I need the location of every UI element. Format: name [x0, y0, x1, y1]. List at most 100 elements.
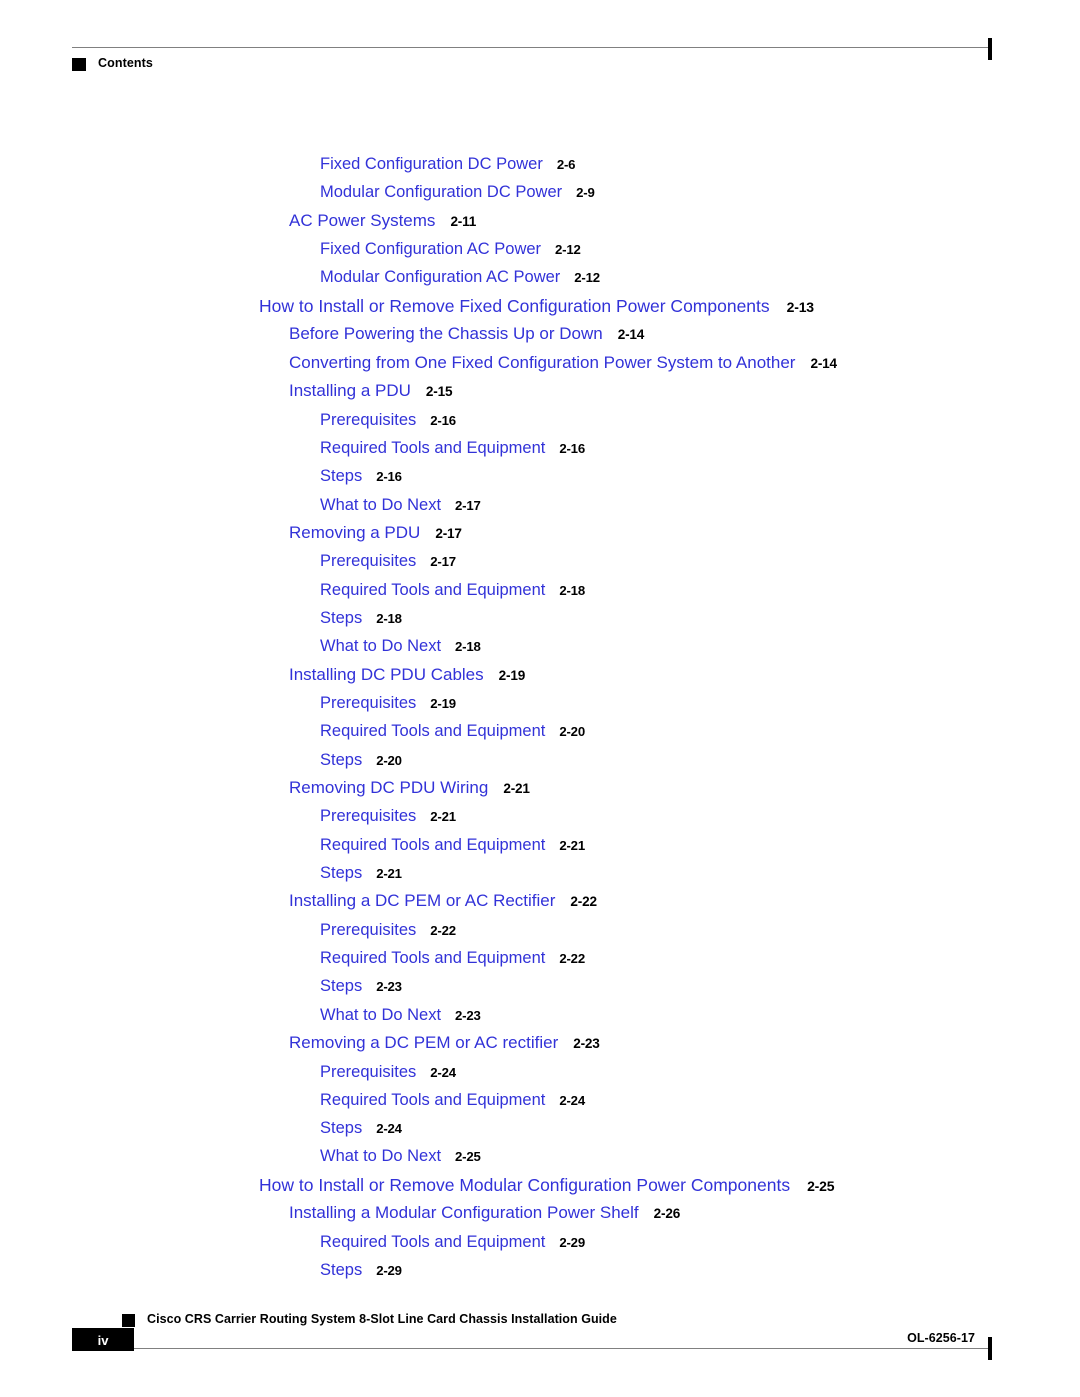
toc-entry-title[interactable]: What to Do Next	[320, 632, 441, 660]
header-label: Contents	[98, 56, 153, 70]
toc-entry-title[interactable]: How to Install or Remove Modular Configu…	[259, 1171, 790, 1200]
toc-entry[interactable]: How to Install or Remove Fixed Configura…	[0, 292, 1080, 321]
toc-entry-title[interactable]: Installing a DC PEM or AC Rectifier	[289, 887, 555, 916]
toc-entry-title[interactable]: Modular Configuration AC Power	[320, 263, 560, 291]
toc-entry[interactable]: Installing DC PDU Cables 2-19	[0, 661, 1080, 690]
toc-entry[interactable]: Installing a Modular Configuration Power…	[0, 1199, 1080, 1228]
toc-entry-page-number: 2-22	[430, 922, 456, 938]
toc-entry-title[interactable]: Prerequisites	[320, 1058, 416, 1086]
toc-entry-title[interactable]: Prerequisites	[320, 689, 416, 717]
toc-entry-title[interactable]: Prerequisites	[320, 547, 416, 575]
toc-entry-page-number: 2-21	[559, 837, 585, 853]
toc-entry[interactable]: Prerequisites 2-21	[0, 802, 1080, 830]
toc-entry-title[interactable]: Steps	[320, 972, 362, 1000]
toc-entry-title[interactable]: Steps	[320, 1256, 362, 1284]
toc-entry-title[interactable]: Required Tools and Equipment	[320, 831, 545, 859]
toc-entry-title[interactable]: Installing DC PDU Cables	[289, 661, 484, 690]
toc-entry-page-number: 2-26	[653, 1206, 681, 1222]
toc-entry-title[interactable]: Removing a DC PEM or AC rectifier	[289, 1029, 558, 1058]
toc-entry[interactable]: Steps 2-16	[0, 462, 1080, 490]
toc-entry-page-number: 2-24	[559, 1092, 585, 1108]
toc-entry-title[interactable]: Fixed Configuration AC Power	[320, 235, 541, 263]
toc-entry-page-number: 2-16	[559, 440, 585, 456]
toc-entry-title[interactable]: Required Tools and Equipment	[320, 717, 545, 745]
toc-entry[interactable]: Steps 2-20	[0, 746, 1080, 774]
toc-entry-title[interactable]: Installing a Modular Configuration Power…	[289, 1199, 639, 1228]
toc-entry-title[interactable]: Required Tools and Equipment	[320, 576, 545, 604]
toc-entry-title[interactable]: Steps	[320, 462, 362, 490]
toc-entry[interactable]: Required Tools and Equipment 2-29	[0, 1228, 1080, 1256]
toc-entry[interactable]: Removing a PDU 2-17	[0, 519, 1080, 548]
toc-entry-page-number: 2-13	[786, 298, 814, 315]
toc-entry[interactable]: Prerequisites 2-16	[0, 406, 1080, 434]
toc-entry-page-number: 2-22	[559, 951, 585, 967]
toc-entry[interactable]: Before Powering the Chassis Up or Down 2-…	[0, 320, 1080, 349]
toc-entry-page-number: 2-21	[430, 809, 456, 825]
toc-entry[interactable]: What to Do Next 2-17	[0, 491, 1080, 519]
toc-entry-title[interactable]: What to Do Next	[320, 491, 441, 519]
toc-entry[interactable]: What to Do Next 2-18	[0, 632, 1080, 660]
toc-entry[interactable]: Required Tools and Equipment 2-16	[0, 434, 1080, 462]
toc-entry-title[interactable]: Steps	[320, 859, 362, 887]
toc-entry-title[interactable]: Modular Configuration DC Power	[320, 178, 562, 206]
toc-entry-title[interactable]: Fixed Configuration DC Power	[320, 150, 543, 178]
toc-entry-title[interactable]: Steps	[320, 604, 362, 632]
toc-entry-page-number: 2-21	[376, 866, 402, 882]
toc-entry-title[interactable]: Prerequisites	[320, 916, 416, 944]
toc-entry[interactable]: How to Install or Remove Modular Configu…	[0, 1171, 1080, 1200]
toc-entry-title[interactable]: What to Do Next	[320, 1142, 441, 1170]
toc-entry-title[interactable]: AC Power Systems	[289, 207, 435, 236]
toc-entry[interactable]: Fixed Configuration AC Power 2-12	[0, 235, 1080, 263]
toc-entry-page-number: 2-17	[430, 554, 456, 570]
toc-entry-title[interactable]: Converting from One Fixed Configuration …	[289, 349, 795, 378]
toc-entry-title[interactable]: Removing a PDU	[289, 519, 420, 548]
toc-entry[interactable]: Prerequisites 2-24	[0, 1058, 1080, 1086]
toc-entry-title[interactable]: Removing DC PDU Wiring	[289, 774, 488, 803]
toc-entry[interactable]: What to Do Next 2-25	[0, 1142, 1080, 1170]
toc-entry[interactable]: Required Tools and Equipment 2-18	[0, 576, 1080, 604]
toc-entry-title[interactable]: Required Tools and Equipment	[320, 944, 545, 972]
toc-entry-page-number: 2-21	[503, 780, 530, 796]
toc-entry[interactable]: Prerequisites 2-22	[0, 916, 1080, 944]
toc-entry[interactable]: Required Tools and Equipment 2-21	[0, 831, 1080, 859]
toc-entry-title[interactable]: Before Powering the Chassis Up or Down	[289, 320, 603, 349]
toc-entry-page-number: 2-19	[498, 667, 526, 683]
toc-entry[interactable]: Required Tools and Equipment 2-20	[0, 717, 1080, 745]
toc-entry-title[interactable]: Prerequisites	[320, 802, 416, 830]
toc-entry-title[interactable]: Steps	[320, 746, 362, 774]
toc-entry[interactable]: What to Do Next 2-23	[0, 1001, 1080, 1029]
toc-entry[interactable]: Modular Configuration DC Power 2-9	[0, 178, 1080, 206]
toc-entry-page-number: 2-23	[376, 979, 402, 995]
black-square-icon	[72, 58, 86, 71]
toc-entry-title[interactable]: Installing a PDU	[289, 377, 411, 406]
toc-entry-title[interactable]: What to Do Next	[320, 1001, 441, 1029]
toc-entry-title[interactable]: Prerequisites	[320, 406, 416, 434]
toc-entry-title[interactable]: Required Tools and Equipment	[320, 434, 545, 462]
toc-entry-page-number: 2-16	[430, 412, 456, 428]
toc-entry[interactable]: AC Power Systems 2-11	[0, 207, 1080, 236]
toc-entry-page-number: 2-24	[376, 1121, 402, 1137]
toc-entry[interactable]: Modular Configuration AC Power 2-12	[0, 263, 1080, 291]
toc-entry[interactable]: Steps 2-23	[0, 972, 1080, 1000]
toc-entry-title[interactable]: Required Tools and Equipment	[320, 1086, 545, 1114]
footer-document-title: Cisco CRS Carrier Routing System 8-Slot …	[147, 1312, 617, 1326]
toc-entry[interactable]: Steps 2-21	[0, 859, 1080, 887]
toc-entry[interactable]: Installing a PDU 2-15	[0, 377, 1080, 406]
toc-entry-title[interactable]: Required Tools and Equipment	[320, 1228, 545, 1256]
toc-entry-title[interactable]: How to Install or Remove Fixed Configura…	[259, 292, 770, 321]
toc-entry[interactable]: Required Tools and Equipment 2-22	[0, 944, 1080, 972]
toc-entry-page-number: 2-19	[430, 696, 456, 712]
toc-entry-title[interactable]: Steps	[320, 1114, 362, 1142]
footer-black-square-icon	[122, 1314, 135, 1327]
toc-entry[interactable]: Fixed Configuration DC Power 2-6	[0, 150, 1080, 178]
toc-entry[interactable]: Converting from One Fixed Configuration …	[0, 349, 1080, 378]
toc-entry[interactable]: Required Tools and Equipment 2-24	[0, 1086, 1080, 1114]
toc-entry[interactable]: Removing a DC PEM or AC rectifier 2-23	[0, 1029, 1080, 1058]
toc-entry[interactable]: Prerequisites 2-19	[0, 689, 1080, 717]
toc-entry[interactable]: Removing DC PDU Wiring 2-21	[0, 774, 1080, 803]
toc-entry[interactable]: Steps 2-29	[0, 1256, 1080, 1284]
toc-entry[interactable]: Steps 2-24	[0, 1114, 1080, 1142]
toc-entry[interactable]: Prerequisites 2-17	[0, 547, 1080, 575]
toc-entry[interactable]: Installing a DC PEM or AC Rectifier 2-22	[0, 887, 1080, 916]
toc-entry[interactable]: Steps 2-18	[0, 604, 1080, 632]
